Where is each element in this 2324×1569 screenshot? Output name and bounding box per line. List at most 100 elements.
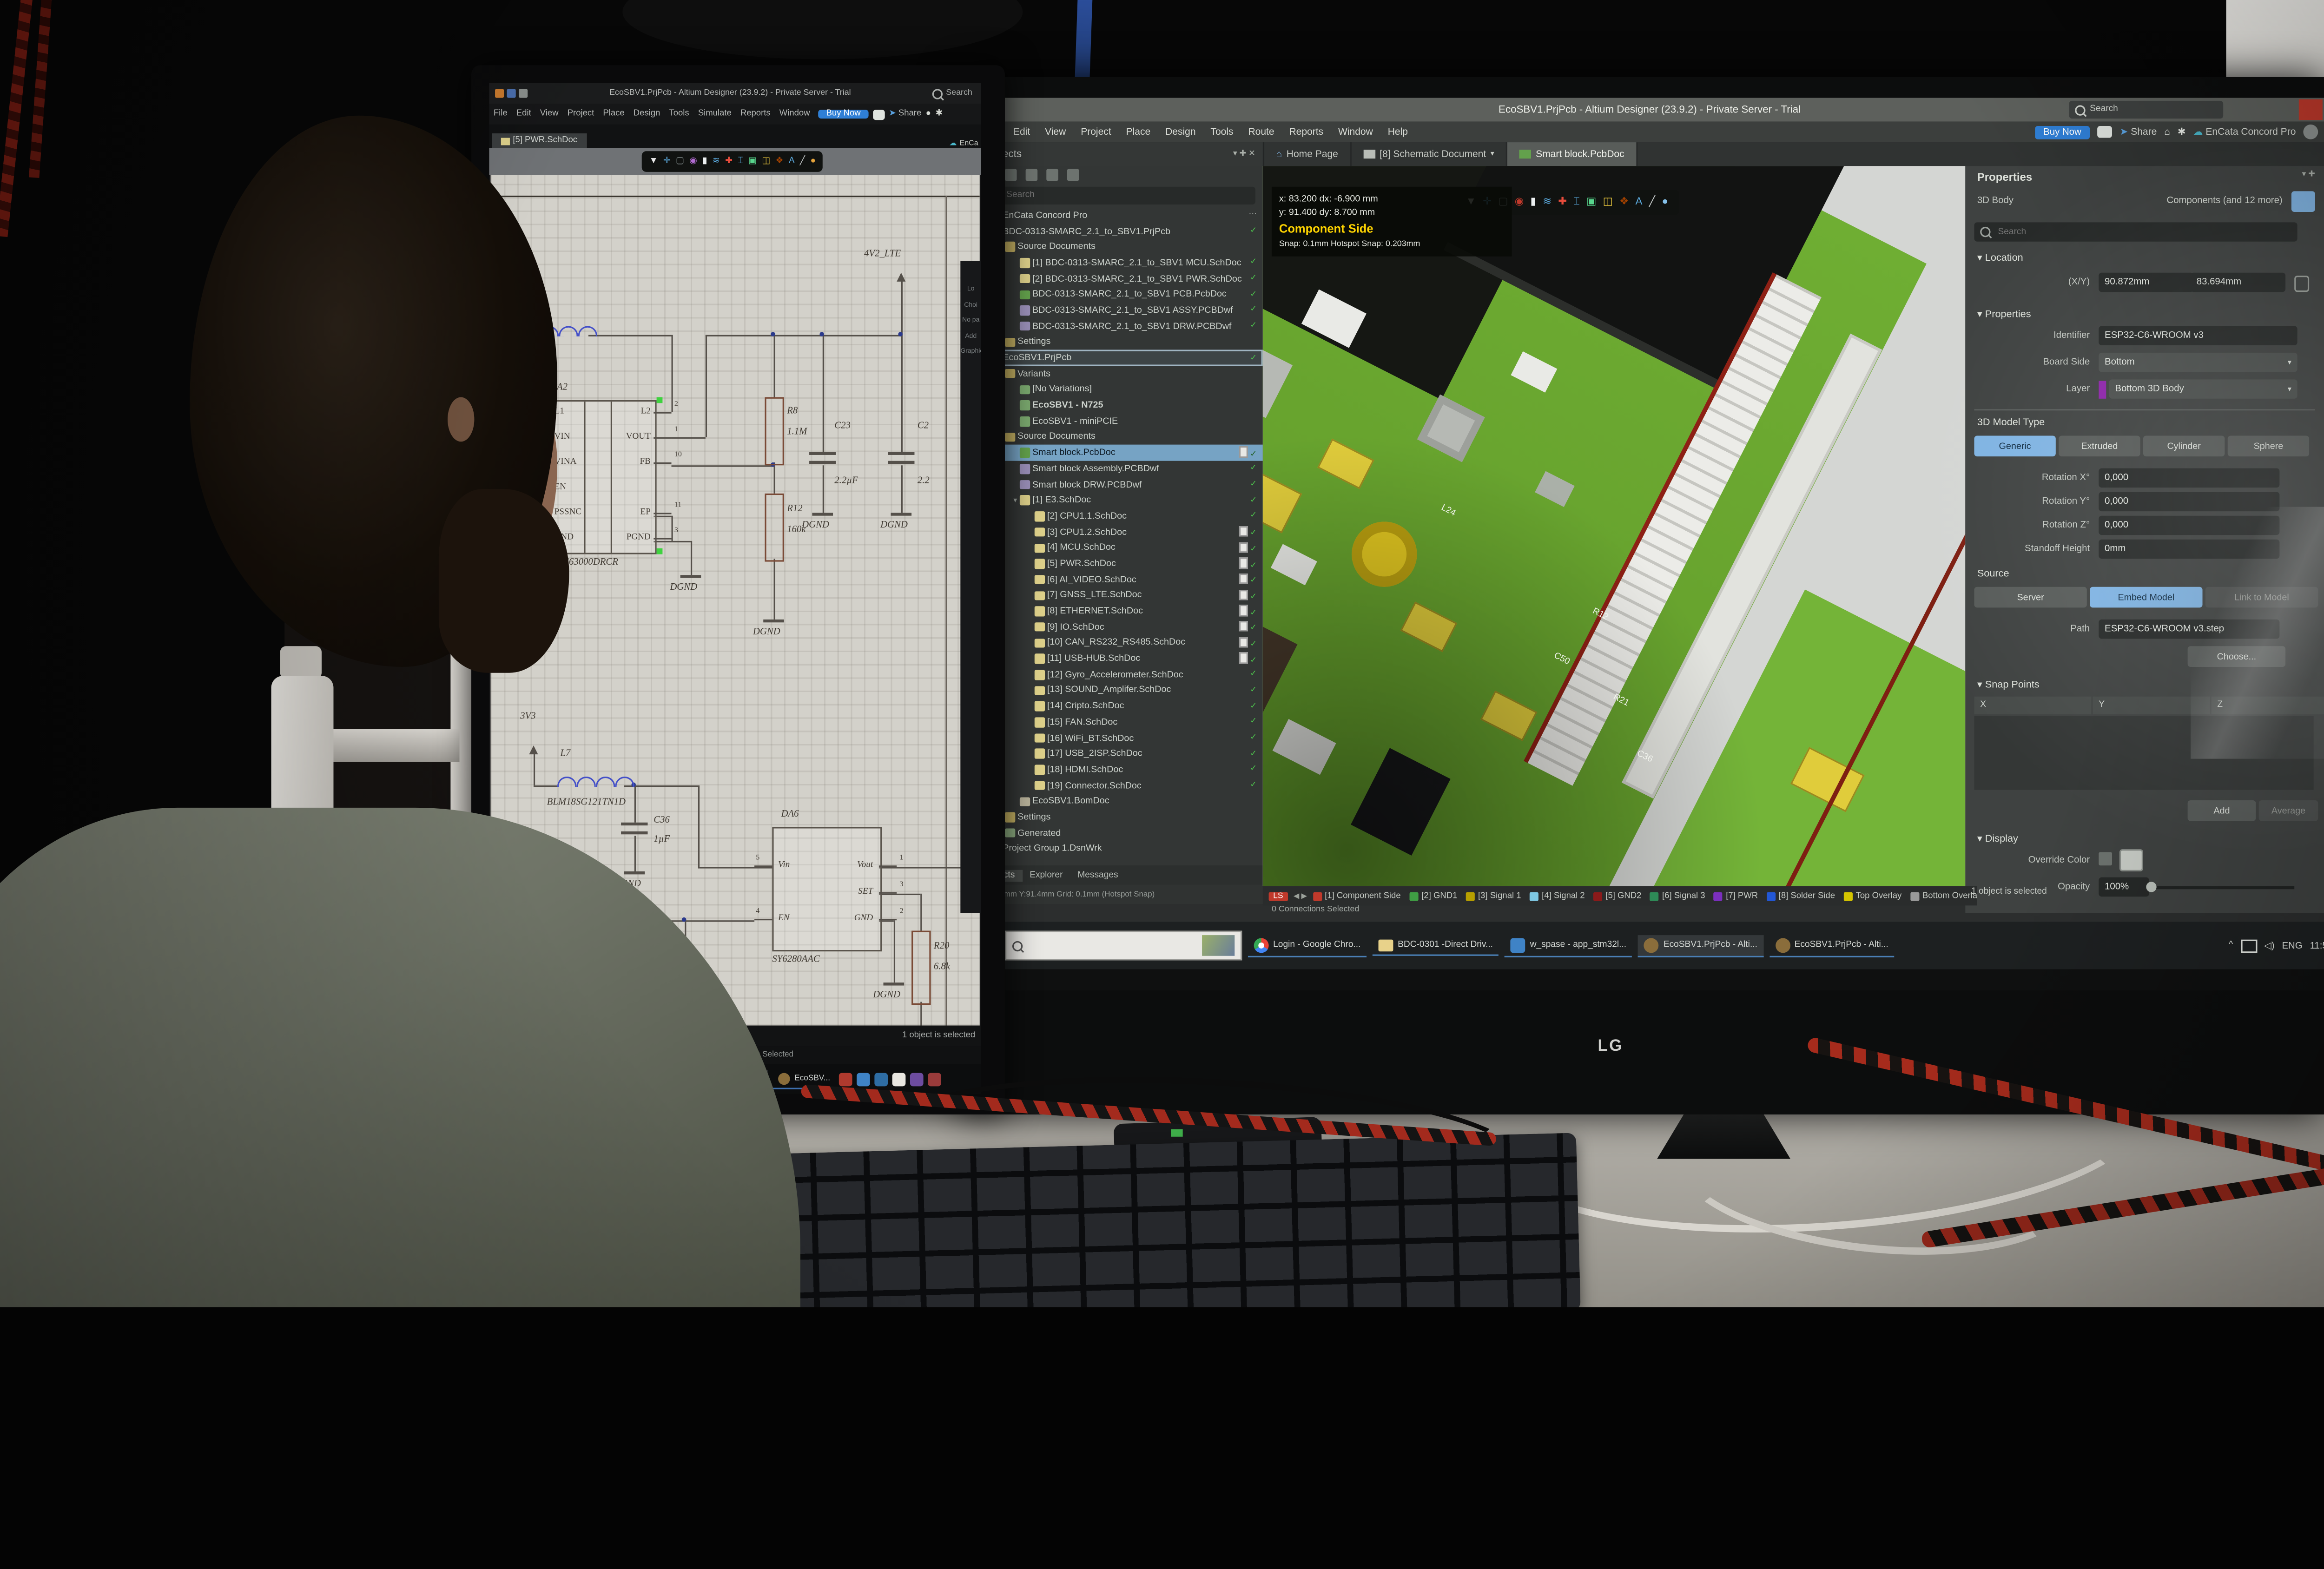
project-tree-item[interactable]: ▾ EcoSBV1.PrjPcb: [975, 350, 1263, 366]
project-tree-item[interactable]: BDC-0313-SMARC_2.1_to_SBV1 DRW.PCBDwf: [975, 318, 1263, 334]
menu-item[interactable]: View: [535, 110, 563, 119]
app-icon[interactable]: [892, 1072, 906, 1086]
toolbar-icon[interactable]: ✛: [663, 157, 671, 166]
avatar[interactable]: [2303, 125, 2318, 139]
toolbar-icon[interactable]: ❖: [1619, 197, 1629, 207]
menu-item[interactable]: Reports: [1282, 127, 1331, 137]
project-tree-item[interactable]: ▾ BDC-0313-SMARC_2.1_to_SBV1.PrjPcb: [975, 224, 1263, 239]
menu-item[interactable]: Route: [1241, 127, 1282, 137]
net-label-3v3[interactable]: 3V3: [520, 712, 535, 722]
project-tree-item[interactable]: [4] MCU.SchDoc: [975, 540, 1263, 556]
buy-now-button[interactable]: Buy Now: [2034, 125, 2090, 138]
menu-item[interactable]: Design: [1158, 127, 1203, 137]
project-tree-item[interactable]: [16] WiFi_BT.SchDoc: [975, 730, 1263, 746]
filter-icon[interactable]: [2291, 191, 2315, 212]
menu-item[interactable]: Help: [1380, 127, 1415, 137]
comment-icon[interactable]: [2098, 126, 2113, 138]
model-type-option[interactable]: Sphere: [2228, 436, 2309, 457]
override-color-swatch[interactable]: [2119, 849, 2143, 871]
app-icon[interactable]: [928, 1072, 941, 1086]
snap-column-header[interactable]: X: [1974, 697, 2091, 714]
expand-arrow[interactable]: ▾: [1011, 496, 1020, 505]
active-bar-toolbar[interactable]: ▼✛▢◉▮≋✚⌶▣◫❖A╱●: [642, 151, 823, 172]
model-type-option[interactable]: Extruded: [2059, 436, 2140, 457]
project-tree-item[interactable]: [15] FAN.SchDoc: [975, 714, 1263, 730]
net-label-4v2-lte[interactable]: 4V2_LTE: [864, 249, 901, 259]
properties-scope[interactable]: Components (and 12 more): [1965, 196, 2282, 206]
toolbar-icon[interactable]: ▮: [702, 157, 707, 166]
project-tree-item[interactable]: [1] BDC-0313-SMARC_2.1_to_SBV1 MCU.SchDo…: [975, 255, 1263, 271]
project-tree-item[interactable]: [14] Cripto.SchDoc: [975, 699, 1263, 714]
layer-tab[interactable]: [1] Component Side: [1313, 891, 1401, 900]
menu-item[interactable]: File: [489, 110, 512, 119]
project-tree-item[interactable]: ▸ Settings: [975, 334, 1263, 350]
project-tree-item[interactable]: [No Variations]: [975, 382, 1263, 397]
global-search[interactable]: Search: [2069, 101, 2224, 119]
app-icon[interactable]: [875, 1072, 888, 1086]
standoff-field[interactable]: 0mm: [2099, 540, 2279, 559]
section-display[interactable]: ▾ Display: [1977, 833, 2018, 845]
menu-item[interactable]: Place: [1119, 127, 1158, 137]
project-tree-item[interactable]: Smart block Assembly.PCBDwf: [975, 461, 1263, 477]
pcb-3d-viewport[interactable]: C50 R12 R21 C36 L24 ▼✛▢◉▮≋✚⌶▣◫❖A╱● x: 83…: [1263, 166, 1965, 886]
toolbar-icon[interactable]: ⌶: [738, 157, 743, 166]
project-tree-item[interactable]: [18] HDMI.SchDoc: [975, 762, 1263, 778]
toolbar-icon[interactable]: ◉: [1515, 197, 1524, 207]
network-icon[interactable]: [2240, 939, 2257, 952]
toolbar-icon[interactable]: ◫: [762, 157, 770, 166]
toolbar-icon[interactable]: ●: [1662, 197, 1669, 207]
language-indicator[interactable]: ENG: [2282, 940, 2302, 950]
project-tree-item[interactable]: [6] AI_VIDEO.SchDoc: [975, 572, 1263, 587]
taskbar-window-button[interactable]: BDC-0301 -Direct Driv...: [1373, 936, 1499, 955]
identifier-field[interactable]: ESP32-C6-WROOM v3: [2099, 326, 2297, 345]
toolbar-icon[interactable]: ✚: [725, 157, 733, 166]
project-tree-item[interactable]: ▸ Settings: [975, 809, 1263, 825]
toolbar-icon[interactable]: A: [1635, 197, 1642, 207]
project-tree-item[interactable]: EcoSBV1 - miniPCIE: [975, 413, 1263, 429]
project-tree-item[interactable]: [5] PWR.SchDoc: [975, 556, 1263, 572]
add-button[interactable]: Add: [2188, 800, 2256, 821]
project-tree-item[interactable]: ▾ Source Documents: [975, 429, 1263, 445]
toolbar-icon[interactable]: ▮: [1531, 197, 1536, 207]
bell-icon[interactable]: ●: [926, 110, 931, 119]
rotation-y-field[interactable]: 0,000: [2099, 492, 2279, 511]
project-tree-item[interactable]: EnCata Concord Pro: [975, 207, 1263, 223]
project-tree-item[interactable]: ▾ [1] E3.SchDoc: [975, 493, 1263, 508]
panel-tab[interactable]: Messages: [1070, 869, 1125, 881]
projects-search[interactable]: [983, 187, 1255, 204]
clock[interactable]: 11:52: [2310, 940, 2324, 950]
source-option[interactable]: Link to Model: [2205, 587, 2318, 608]
toolbar-icon[interactable]: ●: [811, 157, 816, 166]
home-icon[interactable]: ⌂: [2164, 127, 2170, 137]
layer-tab[interactable]: Bottom Overlay: [1910, 891, 1977, 900]
opacity-slider[interactable]: [2149, 886, 2295, 889]
taskbar-search[interactable]: [1005, 931, 1242, 961]
tab-pwr-schdoc[interactable]: [5] PWR.SchDoc: [492, 133, 586, 148]
project-tree-item[interactable]: [7] GNSS_LTE.SchDoc: [975, 587, 1263, 603]
toolbar-icon[interactable]: ⌶: [1573, 197, 1579, 207]
share-button[interactable]: ➤ Share: [889, 110, 921, 119]
project-tree-item[interactable]: [13] SOUND_Amplifer.SchDoc: [975, 683, 1263, 699]
layer-tab[interactable]: [2] GND1: [1410, 891, 1458, 900]
buy-now-button[interactable]: Buy Now: [819, 110, 868, 119]
snap-column-header[interactable]: Y: [2093, 697, 2210, 714]
taskbar-window-button[interactable]: Login - Google Chro...: [1248, 935, 1367, 957]
toolbar-icon[interactable]: A: [789, 157, 795, 166]
model-type-option[interactable]: Cylinder: [2143, 436, 2225, 457]
toolbar-icon[interactable]: ✚: [1558, 197, 1567, 207]
toolbar-icon[interactable]: ◫: [1603, 197, 1613, 207]
layer-tab[interactable]: [7] PWR: [1714, 891, 1758, 900]
menu-item[interactable]: Tools: [1203, 127, 1241, 137]
panel-controls[interactable]: ▾ ✚: [2302, 171, 2315, 179]
panel-controls[interactable]: ▾ ✚ ✕: [1233, 150, 1263, 158]
toolbar-icon[interactable]: ╱: [1649, 197, 1655, 207]
source-option[interactable]: Server: [1974, 587, 2086, 608]
gear-icon[interactable]: ✱: [936, 110, 943, 119]
y-field[interactable]: 83.694mm: [2191, 273, 2285, 292]
override-color-checkbox[interactable]: [2099, 852, 2112, 866]
toolbar-icon[interactable]: ▼: [649, 157, 658, 166]
toolbar-icon[interactable]: ≋: [713, 157, 720, 166]
menu-item[interactable]: Project: [563, 110, 599, 119]
project-tree-item[interactable]: [2] CPU1.1.SchDoc: [975, 508, 1263, 524]
projects-toolbar[interactable]: [975, 166, 1263, 184]
